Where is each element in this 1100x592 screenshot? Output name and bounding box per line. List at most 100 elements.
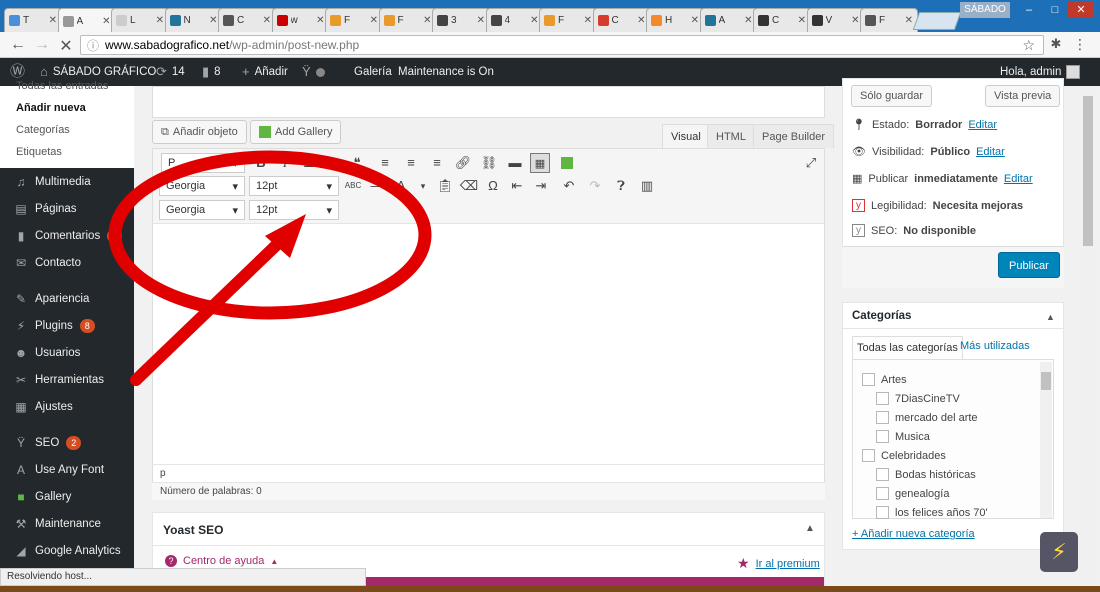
align-left-icon[interactable]: ≡: [375, 153, 395, 173]
strikethrough-icon[interactable]: ABC: [343, 176, 363, 196]
tab-close-icon[interactable]: ✕: [102, 16, 110, 27]
yoast-help-toggle[interactable]: ? Centro de ayuda ▲: [165, 555, 278, 567]
tab-close-icon[interactable]: ✕: [905, 15, 913, 26]
url-bar[interactable]: ⓘ www.sabadografico.net/wp-admin/post-ne…: [80, 35, 1044, 55]
undo-icon[interactable]: ↶: [559, 176, 579, 196]
gallery-toolbar-icon[interactable]: [557, 153, 577, 173]
add-category-link[interactable]: + Añadir nueva categoría: [852, 528, 975, 540]
yoast-adminbar-link[interactable]: Ÿ: [302, 58, 325, 86]
sidebar-item-plugins[interactable]: ⚡ Plugins 8: [0, 314, 134, 338]
browser-tab[interactable]: L ✕: [111, 8, 169, 32]
category-checkbox[interactable]: [876, 506, 889, 519]
tab-close-icon[interactable]: ✕: [156, 15, 164, 26]
preview-button[interactable]: Vista previa: [985, 85, 1061, 107]
tab-close-icon[interactable]: ✕: [423, 15, 431, 26]
font-size-select-2[interactable]: 12pt ▾: [249, 200, 339, 220]
updates-link[interactable]: ⟳ 14: [156, 58, 185, 86]
special-character-icon[interactable]: Ω: [483, 176, 503, 196]
title-input[interactable]: [152, 86, 825, 118]
publish-button[interactable]: Publicar: [998, 252, 1060, 278]
browser-tab[interactable]: F ✕: [539, 8, 597, 32]
align-right-icon[interactable]: ≡: [427, 153, 447, 173]
help-icon[interactable]: ❓︎: [611, 176, 631, 196]
submenu-all-posts[interactable]: Todas las entradas: [16, 80, 108, 92]
tab-close-icon[interactable]: ✕: [263, 15, 271, 26]
align-center-icon[interactable]: ≡: [401, 153, 421, 173]
columns-icon[interactable]: ▥: [637, 176, 657, 196]
edit-status-link[interactable]: Editar: [968, 119, 997, 131]
paste-text-icon[interactable]: 📋︎: [435, 176, 455, 196]
fullscreen-icon[interactable]: ⤢: [801, 153, 821, 173]
maximize-icon[interactable]: □: [1042, 2, 1068, 18]
sidebar-item-apariencia[interactable]: ✎ Apariencia: [0, 287, 134, 311]
sidebar-item-comentarios[interactable]: ▮ Comentarios 8: [0, 224, 134, 248]
category-checkbox[interactable]: [876, 487, 889, 500]
browser-tab[interactable]: C ✕: [753, 8, 811, 32]
submenu-add-new[interactable]: Añadir nueva: [16, 102, 86, 114]
comments-link[interactable]: ▮ 8: [202, 58, 221, 86]
tab-close-icon[interactable]: ✕: [316, 15, 324, 26]
tab-all-categories[interactable]: Todas las categorías: [852, 336, 963, 360]
tab-close-icon[interactable]: ✕: [744, 15, 752, 26]
format-select[interactable]: P ▾: [161, 153, 245, 173]
sidebar-item-contacto[interactable]: ✉ Contacto: [0, 251, 134, 275]
tab-close-icon[interactable]: ✕: [49, 15, 57, 26]
sidebar-item-seo[interactable]: Ÿ SEO 2: [0, 431, 134, 455]
forward-icon[interactable]: →: [32, 36, 52, 54]
gallery-adminbar-link[interactable]: Galería: [354, 58, 392, 86]
tab-html[interactable]: HTML: [707, 124, 755, 148]
back-icon[interactable]: ←: [8, 36, 28, 54]
category-checkbox[interactable]: [876, 468, 889, 481]
unlink-icon[interactable]: ⛓: [479, 153, 499, 173]
sidebar-item-google-analytics[interactable]: ◢ Google Analytics: [0, 539, 134, 563]
category-checkbox[interactable]: [876, 411, 889, 424]
chevron-down-icon[interactable]: ▾: [413, 176, 433, 196]
clear-formatting-icon[interactable]: ⌫: [459, 176, 479, 196]
submenu-categories[interactable]: Categorías: [16, 124, 70, 136]
indent-icon[interactable]: ⇥: [531, 176, 551, 196]
bold-icon[interactable]: B: [251, 153, 271, 173]
category-item[interactable]: Musica: [876, 430, 930, 443]
horizontal-line-icon[interactable]: —: [367, 176, 387, 196]
maintenance-adminbar-link[interactable]: Maintenance is On: [398, 58, 494, 86]
category-item[interactable]: Celebridades: [862, 449, 946, 462]
lightning-widget-icon[interactable]: ⚡: [1040, 532, 1078, 572]
toolbar-toggle-icon[interactable]: ▦: [530, 153, 550, 173]
category-scrollbar[interactable]: [1040, 362, 1052, 518]
sidebar-item-usuarios[interactable]: ☻ Usuarios: [0, 341, 134, 365]
tab-most-used[interactable]: Más utilizadas: [960, 340, 1030, 352]
category-checkbox[interactable]: [876, 430, 889, 443]
browser-tab[interactable]: 3 ✕: [432, 8, 490, 32]
category-item[interactable]: los felices años 70': [876, 506, 988, 519]
sidebar-item-herramientas[interactable]: ✂ Herramientas: [0, 368, 134, 392]
menu-icon[interactable]: ⋮: [1070, 36, 1090, 53]
browser-tab[interactable]: N ✕: [164, 8, 223, 32]
edit-schedule-link[interactable]: Editar: [1004, 173, 1033, 185]
category-item[interactable]: Bodas históricas: [876, 468, 976, 481]
bullet-list-icon[interactable]: ☰: [299, 153, 319, 173]
save-draft-button[interactable]: Sólo guardar: [851, 85, 932, 107]
tab-close-icon[interactable]: ✕: [691, 15, 699, 26]
browser-tab[interactable]: F ✕: [860, 8, 918, 32]
browser-tab[interactable]: H ✕: [646, 8, 704, 32]
submenu-tags[interactable]: Etiquetas: [16, 146, 62, 158]
browser-tab[interactable]: A ✕: [57, 8, 116, 33]
new-tab-button[interactable]: [912, 12, 962, 30]
tab-close-icon[interactable]: ✕: [477, 15, 485, 26]
category-item[interactable]: 7DiasCineTV: [876, 392, 960, 405]
tab-close-icon[interactable]: ✕: [798, 15, 806, 26]
browser-tab[interactable]: V ✕: [806, 8, 865, 32]
sidebar-item-use-any-font[interactable]: A Use Any Font: [0, 458, 134, 482]
blockquote-icon[interactable]: ❝: [347, 153, 367, 173]
link-icon[interactable]: 🔗︎: [453, 153, 473, 173]
add-media-button[interactable]: ⧉ Añadir objeto: [152, 120, 247, 144]
edit-visibility-link[interactable]: Editar: [976, 146, 1005, 158]
collapse-icon[interactable]: ▲: [805, 523, 815, 534]
bookmark-star-icon[interactable]: ☆: [1022, 37, 1035, 54]
browser-tab[interactable]: w ✕: [271, 8, 330, 32]
read-more-icon[interactable]: ▬: [505, 153, 525, 173]
collapse-icon[interactable]: ▲: [1046, 312, 1055, 322]
extension-icon[interactable]: ✱: [1046, 36, 1066, 52]
italic-icon[interactable]: I: [275, 153, 295, 173]
numbered-list-icon[interactable]: ≡: [323, 153, 343, 173]
